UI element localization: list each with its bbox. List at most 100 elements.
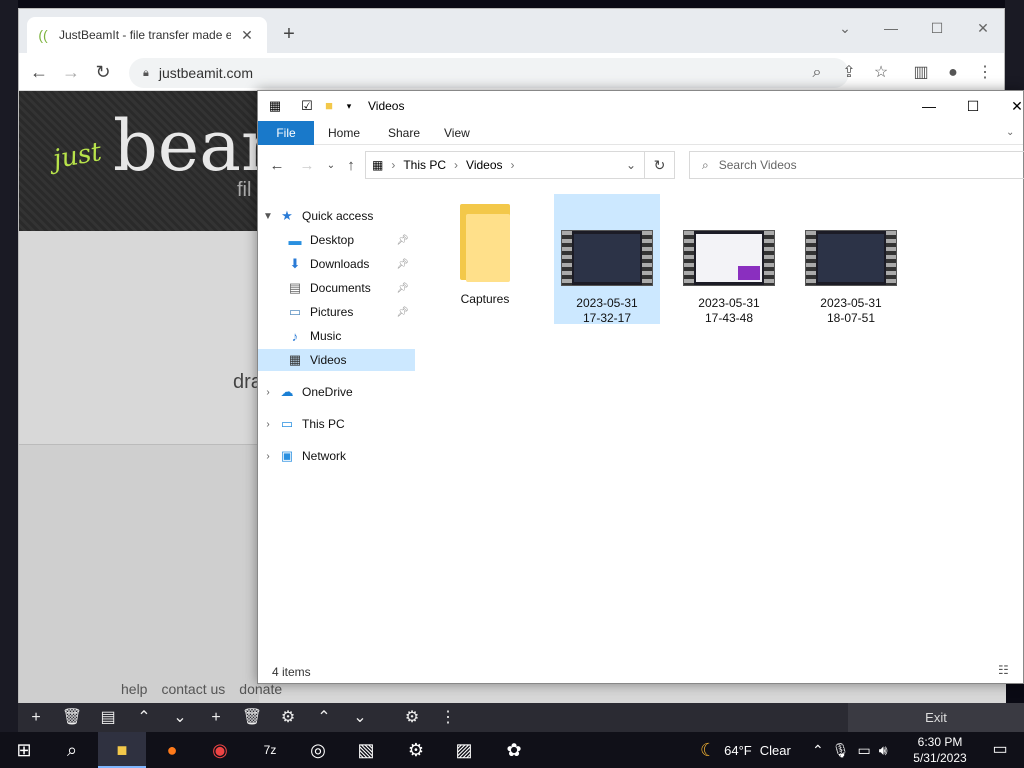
- bookmark-star-icon[interactable]: ☆: [869, 61, 893, 85]
- file-item-video-2[interactable]: 2023-05-31 17-43-48: [676, 194, 782, 325]
- add-icon[interactable]: +: [198, 703, 234, 732]
- weather-widget[interactable]: ☾ 64°F Clear: [700, 732, 791, 768]
- chevron-up-icon[interactable]: ⌃: [812, 742, 824, 759]
- chevron-down-icon[interactable]: ▼: [258, 211, 278, 222]
- forward-arrow-icon[interactable]: →: [296, 155, 318, 177]
- desktop-icon: ▬: [288, 232, 302, 248]
- sidebar-item-desktop[interactable]: ▬ Desktop 📌︎: [258, 229, 415, 251]
- minimize-button[interactable]: —: [868, 15, 914, 41]
- path-dropdown-icon[interactable]: ⌄: [626, 158, 636, 172]
- chevron-right-icon[interactable]: ›: [258, 451, 278, 462]
- tab-home[interactable]: Home: [314, 121, 374, 145]
- pin-icon[interactable]: 📌︎: [396, 307, 409, 318]
- pin-icon[interactable]: 📌︎: [396, 283, 409, 294]
- gear-icon[interactable]: ⚙: [394, 703, 430, 732]
- network-tray-icon[interactable]: ▭: [858, 742, 871, 759]
- volume-icon[interactable]: 🔊︎: [879, 742, 888, 759]
- refresh-icon[interactable]: ↻: [645, 151, 675, 179]
- help-link[interactable]: help: [121, 681, 147, 697]
- new-tab-button[interactable]: +: [277, 23, 301, 47]
- explorer-close-button[interactable]: ✕: [994, 91, 1024, 121]
- file-explorer-taskbar-icon[interactable]: ■: [98, 732, 146, 768]
- chevron-up-icon[interactable]: ⌃: [126, 703, 162, 732]
- sidebar-item-documents[interactable]: ▤ Documents 📌︎: [258, 277, 415, 299]
- chrome-icon[interactable]: ◉: [196, 732, 244, 768]
- microphone-icon[interactable]: 🎙︎: [832, 742, 850, 759]
- obs-exit-button[interactable]: Exit: [848, 703, 1024, 732]
- trash-icon[interactable]: 🗑︎: [234, 703, 270, 732]
- drop-zone[interactable]: [19, 231, 259, 445]
- pin-icon[interactable]: 📌︎: [396, 259, 409, 270]
- new-folder-icon[interactable]: ■: [320, 97, 338, 115]
- file-item-video-3[interactable]: 2023-05-31 18-07-51: [798, 194, 904, 325]
- profile-avatar-icon[interactable]: ●: [941, 61, 965, 85]
- back-arrow-icon[interactable]: ←: [266, 155, 288, 177]
- explorer-minimize-button[interactable]: —: [906, 91, 952, 121]
- app-icon[interactable]: ✿: [490, 732, 538, 768]
- tab-view[interactable]: View: [430, 121, 484, 145]
- share-icon[interactable]: ⇪: [837, 61, 861, 85]
- properties-icon[interactable]: ▤: [90, 703, 126, 732]
- browser-tab[interactable]: (( JustBeamIt - file transfer made e ✕: [27, 17, 267, 53]
- file-item-captures[interactable]: Captures: [432, 194, 538, 324]
- system-tray: ⌃ 🎙︎ ▭ 🔊︎: [812, 732, 888, 768]
- sidebar-item-onedrive[interactable]: › ☁ OneDrive: [258, 381, 415, 403]
- sidebar-item-music[interactable]: ♪ Music: [258, 325, 415, 347]
- search-icon[interactable]: ⌕: [48, 732, 96, 768]
- chevron-down-icon[interactable]: ⌄: [162, 703, 198, 732]
- chevron-up-icon[interactable]: ⌃: [306, 703, 342, 732]
- details-view-icon[interactable]: ☷: [998, 663, 1009, 677]
- sidebar-item-network[interactable]: › ▣ Network: [258, 445, 415, 467]
- ribbon-tabs: File Home Share View ⌄: [258, 121, 1023, 145]
- gear-icon[interactable]: ⚙: [270, 703, 306, 732]
- properties-check-icon[interactable]: ☑: [298, 97, 316, 115]
- media-app-icon[interactable]: ▨: [440, 732, 488, 768]
- menu-kebab-icon[interactable]: ⋮: [430, 703, 466, 732]
- expand-ribbon-icon[interactable]: ⌄: [992, 121, 1024, 145]
- breadcrumb-this-pc[interactable]: This PC: [403, 158, 446, 172]
- tab-search-icon[interactable]: ⌄: [822, 15, 868, 41]
- recent-locations-icon[interactable]: ⌄: [320, 155, 342, 177]
- 7zip-icon[interactable]: 7z: [246, 732, 294, 768]
- close-tab-icon[interactable]: ✕: [239, 27, 255, 44]
- tab-share[interactable]: Share: [374, 121, 434, 145]
- back-arrow-icon[interactable]: ←: [27, 61, 51, 85]
- zoom-icon[interactable]: ⌕: [805, 61, 829, 85]
- address-bar[interactable]: 🔒︎ justbeamit.com: [129, 58, 849, 88]
- sidebar-item-this-pc[interactable]: › ▭ This PC: [258, 413, 415, 435]
- reload-icon[interactable]: ↻: [91, 61, 115, 85]
- search-input[interactable]: ⌕ Search Videos: [689, 151, 1024, 179]
- chevron-down-icon[interactable]: ⌄: [342, 703, 378, 732]
- chevron-right-icon[interactable]: ›: [258, 419, 278, 430]
- computer-icon: ▭: [280, 416, 294, 431]
- settings-gear-icon[interactable]: ⚙: [392, 732, 440, 768]
- contact-link[interactable]: contact us: [161, 681, 225, 697]
- chevron-right-icon[interactable]: ›: [258, 387, 278, 398]
- sidebar-label: Documents: [310, 281, 371, 295]
- maximize-button[interactable]: ☐: [914, 15, 960, 41]
- file-item-video-1[interactable]: 2023-05-31 17-32-17: [554, 194, 660, 325]
- menu-kebab-icon[interactable]: ⋮: [973, 61, 997, 85]
- explorer-maximize-button[interactable]: ☐: [950, 91, 996, 121]
- notification-center-icon[interactable]: ▭: [980, 732, 1020, 768]
- sidebar-item-pictures[interactable]: ▭ Pictures 📌︎: [258, 301, 415, 323]
- sidebar-item-downloads[interactable]: ⬇ Downloads 📌︎: [258, 253, 415, 275]
- sidebar-item-videos[interactable]: ▦ Videos: [258, 349, 415, 371]
- close-window-button[interactable]: ✕: [960, 15, 1006, 41]
- add-icon[interactable]: +: [18, 703, 54, 732]
- paint-icon[interactable]: ▧: [342, 732, 390, 768]
- trash-icon[interactable]: 🗑︎: [54, 703, 90, 732]
- obs-icon[interactable]: ◎: [294, 732, 342, 768]
- firefox-icon[interactable]: ●: [148, 732, 196, 768]
- side-panel-icon[interactable]: ▥: [909, 61, 933, 85]
- windows-start-icon[interactable]: ⊞: [0, 732, 48, 768]
- breadcrumb-videos[interactable]: Videos: [466, 158, 502, 172]
- pin-icon[interactable]: 📌︎: [396, 235, 409, 246]
- up-arrow-icon[interactable]: ↑: [340, 155, 362, 177]
- clock[interactable]: 6:30 PM 5/31/2023: [908, 734, 972, 766]
- tab-file[interactable]: File: [258, 121, 314, 145]
- forward-arrow-icon[interactable]: →: [59, 61, 83, 85]
- sidebar-item-quick-access[interactable]: ▼ ★ Quick access: [258, 205, 415, 227]
- address-path[interactable]: ▦ › This PC › Videos › ⌄: [365, 151, 645, 179]
- customize-qat-icon[interactable]: ▾: [340, 97, 358, 115]
